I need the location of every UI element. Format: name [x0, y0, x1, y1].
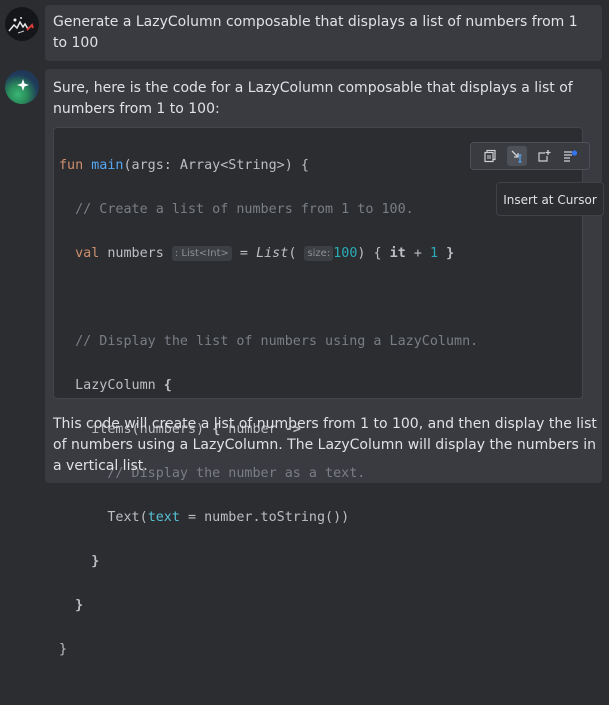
code-token: it — [389, 246, 406, 261]
code-token: 1 — [429, 246, 439, 261]
assistant-avatar — [5, 70, 39, 104]
code-block[interactable]: fun main(args: Array<String>) { // Creat… — [53, 127, 590, 657]
copy-icon — [484, 149, 496, 163]
assistant-outro-text: This code will create a list of numbers … — [53, 416, 602, 474]
code-comment: // Display the list of numbers using a L… — [75, 334, 479, 349]
copy-button[interactable] — [480, 146, 500, 166]
insert-at-cursor-tooltip: Insert at Cursor — [496, 182, 604, 216]
code-token: fun — [59, 158, 84, 173]
code-token: List — [256, 246, 289, 261]
code-actions-toolbar — [470, 142, 590, 170]
code-token: ( — [288, 246, 297, 261]
code-token: LazyColumn — [75, 378, 156, 393]
insert-at-cursor-icon — [511, 150, 522, 163]
user-message-text: Generate a LazyColumn composable that di… — [53, 14, 583, 51]
insert-into-terminal-button[interactable] — [560, 146, 580, 166]
code-token: val — [75, 246, 100, 261]
code-token: } — [59, 642, 68, 657]
code-token: { — [155, 378, 172, 393]
code-token: } — [91, 554, 100, 569]
assistant-message: Sure, here is the code for a LazyColumn … — [45, 69, 602, 657]
code-token: ) { — [357, 246, 390, 261]
insert-in-new-file-button[interactable] — [534, 146, 554, 166]
code-token: 100 — [333, 246, 358, 261]
parameter-hint: size: — [304, 246, 334, 261]
code-token: = number.toString()) — [179, 510, 350, 525]
code-token: (args: Array<String>) { — [123, 158, 309, 173]
code-comment: // Create a list of numbers from 1 to 10… — [75, 202, 414, 217]
sparkle-icon — [17, 79, 29, 91]
code-token: numbers — [99, 246, 164, 261]
code-token: Text( — [107, 510, 148, 525]
insert-at-cursor-button[interactable] — [507, 146, 527, 166]
insert-into-terminal-icon — [564, 150, 578, 162]
user-avatar — [5, 7, 39, 41]
type-hint: : List<Int> — [171, 246, 232, 261]
code-token: } — [438, 246, 455, 261]
code-token: } — [75, 598, 84, 613]
user-message: Generate a LazyColumn composable that di… — [45, 5, 602, 61]
insert-in-new-file-icon — [538, 150, 551, 162]
assistant-intro-text: Sure, here is the code for a LazyColumn … — [53, 80, 578, 117]
code-token: = — [231, 246, 257, 261]
code-token: text — [147, 510, 180, 525]
code-token: main — [91, 158, 124, 173]
code-token: + — [405, 246, 430, 261]
